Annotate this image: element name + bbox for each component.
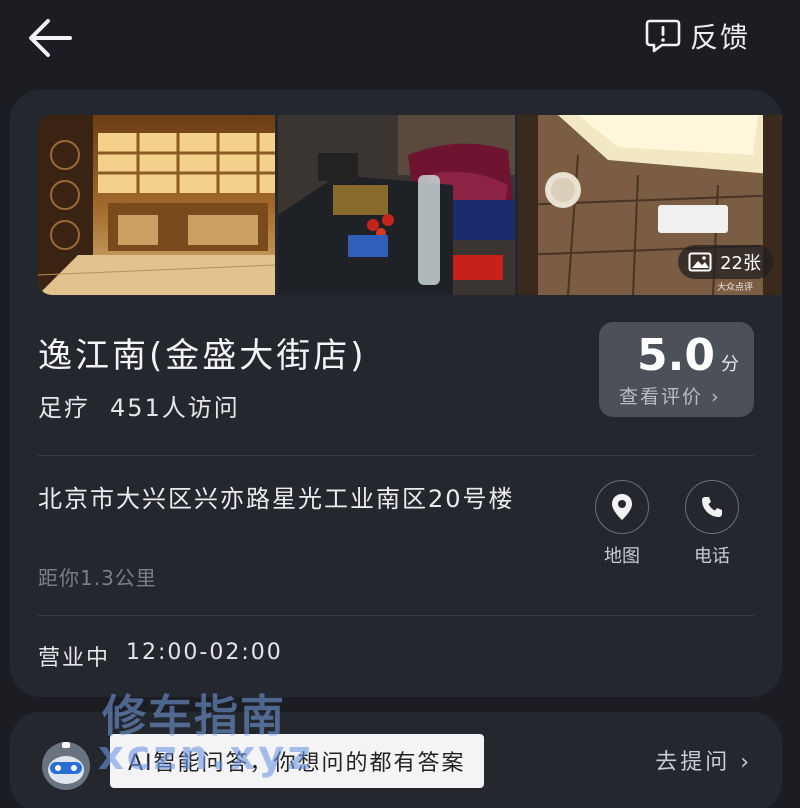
divider — [38, 615, 754, 616]
phone-button[interactable]: 电话 — [682, 480, 742, 568]
map-label: 地图 — [604, 546, 640, 567]
map-button[interactable]: 地图 — [592, 480, 652, 568]
divider — [38, 455, 754, 456]
photo-gallery[interactable]: 22张 大众点评 — [38, 115, 782, 295]
phone-icon — [702, 497, 722, 517]
shop-photo-room[interactable] — [278, 115, 515, 295]
view-reviews-link[interactable]: 查看评价 › — [619, 382, 721, 409]
rating-score: 5.0 — [637, 330, 715, 381]
shop-category: 足疗 — [38, 394, 90, 422]
rating-score-row: 5.0 分 — [637, 330, 739, 381]
shop-name: 逸江南(金盛大街店) — [38, 336, 367, 376]
map-button-circle — [595, 480, 649, 534]
shop-address: 北京市大兴区兴亦路星光工业南区20号楼 — [38, 485, 515, 513]
hours-time: 12:00-02:00 — [126, 640, 283, 665]
phone-button-circle — [685, 480, 739, 534]
photo-count-label: 22张 — [720, 253, 761, 274]
business-hours: 营业中 12:00-02:00 — [38, 640, 283, 672]
phone-label: 电话 — [694, 546, 730, 567]
location-pin-icon — [612, 494, 632, 520]
rating-box[interactable]: 5.0 分 查看评价 › — [599, 322, 754, 417]
rating-unit: 分 — [720, 354, 739, 375]
photo-count-badge[interactable]: 22张 — [678, 245, 773, 279]
shop-photo-lobby[interactable] — [38, 115, 275, 295]
shop-photo-ceiling[interactable]: 22张 大众点评 — [518, 115, 782, 295]
photo-watermark: 大众点评 — [716, 283, 753, 293]
shop-visits: 451人访问 — [110, 394, 240, 422]
top-bar: 反馈 — [0, 0, 800, 78]
feedback-label: 反馈 — [689, 21, 750, 54]
ai-ask-prompt: AI智能问答，你想问的都有答案 — [110, 734, 484, 788]
shop-info-card: 22张 大众点评 逸江南(金盛大街店) 足疗 451人访问 5.0 分 查看评价… — [10, 90, 782, 697]
feedback-bubble-icon — [645, 19, 681, 53]
go-ask-link[interactable]: 去提问 › — [655, 744, 752, 776]
back-button[interactable] — [24, 14, 76, 62]
image-icon — [688, 252, 712, 272]
shop-meta: 足疗 451人访问 — [38, 388, 240, 423]
arrow-left-icon — [29, 19, 72, 57]
ai-ask-card[interactable]: AI智能问答，你想问的都有答案 去提问 › — [10, 712, 782, 808]
ai-mascot-icon — [42, 742, 90, 790]
feedback-button[interactable]: 反馈 — [644, 16, 750, 56]
shop-distance: 距你1.3公里 — [38, 566, 157, 590]
hours-status: 营业中 — [38, 646, 111, 671]
